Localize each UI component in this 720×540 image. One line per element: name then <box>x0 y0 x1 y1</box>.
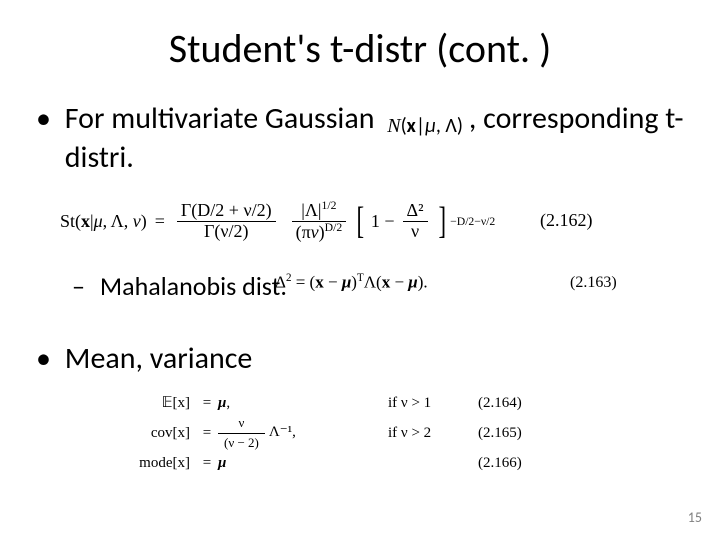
equation-number-2-165: (2.165) <box>478 423 548 444</box>
eq162-lhs: St(x|μ, Λ, ν) <box>60 211 147 232</box>
equation-2-162: St(x|μ, Λ, ν) = Γ(D/2 + ν/2) Γ(ν/2) |Λ|1… <box>60 200 495 243</box>
eq162-det-frac: |Λ|1/2 (πν)D/2 <box>292 200 347 243</box>
equation-number-2-162: (2.162) <box>540 210 593 231</box>
expectation-cond: if ν > 1 <box>388 393 478 414</box>
mean-variance-equations: 𝔼[x] = μ, if ν > 1 (2.164) cov[x] = ν (ν… <box>120 388 548 478</box>
gaussian-symbol: N(x|μ, Λ) <box>381 114 469 139</box>
page-number: 15 <box>688 509 702 526</box>
bullet-dot-icon: • <box>36 100 58 138</box>
eq162-one-minus: 1 − <box>371 211 399 232</box>
slide-title: Student's t-distr (cont. ) <box>0 24 720 73</box>
cov-lhs: cov[x] <box>120 423 196 444</box>
mode-rhs: μ <box>218 453 388 474</box>
equation-2-163: Δ2 = (x − μ)TΛ(x − μ). <box>275 272 428 293</box>
bullet-text-a: For multivariate Gaussian <box>65 100 375 137</box>
cov-frac: ν (ν − 2) <box>218 414 265 451</box>
right-bracket-icon: ] <box>438 202 446 240</box>
equation-number-2-166: (2.166) <box>478 453 548 474</box>
eq162-det-den: (πν)D/2 <box>292 222 347 243</box>
cov-cond: if ν > 2 <box>388 423 478 444</box>
eq162-bracket-inner: 1 − Δ² ν <box>371 201 432 242</box>
cov-rhs: ν (ν − 2) Λ⁻¹, <box>218 414 388 451</box>
mode-lhs: mode[x] <box>120 453 196 474</box>
expectation-rhs: μ, <box>218 393 388 414</box>
eq162-det-num: |Λ|1/2 <box>292 200 347 222</box>
dash-icon: – <box>72 270 94 302</box>
expectation-lhs: 𝔼[x] <box>120 393 196 414</box>
bullet-multivariate: • For multivariate Gaussian N(x|μ, Λ) , … <box>36 100 685 177</box>
eq162-gamma-num: Γ(D/2 + ν/2) <box>177 201 276 222</box>
slide: Student's t-distr (cont. ) • For multiva… <box>0 0 720 540</box>
eq162-exponent: −D/2−ν/2 <box>450 215 495 228</box>
equals-icon-2: = <box>196 423 218 444</box>
eq162-delta-num: Δ² <box>403 201 428 222</box>
bullet-mahalanobis-text: Mahalanobis dist. <box>100 270 287 302</box>
equals-icon-3: = <box>196 453 218 474</box>
cov-tail: Λ⁻¹, <box>269 424 296 440</box>
cov-frac-den: (ν − 2) <box>218 434 265 452</box>
eq-2-165: cov[x] = ν (ν − 2) Λ⁻¹, if ν > 2 (2.165) <box>120 418 548 448</box>
eq162-gamma-frac: Γ(D/2 + ν/2) Γ(ν/2) <box>177 201 276 242</box>
cov-frac-num: ν <box>218 414 265 433</box>
eq162-delta-frac: Δ² ν <box>403 201 428 242</box>
eq162-equals: = <box>155 211 165 232</box>
equals-icon: = <box>196 393 218 414</box>
equation-number-2-164: (2.164) <box>478 393 548 414</box>
bullet-dot-icon-2: • <box>36 340 58 377</box>
eq-2-166: mode[x] = μ (2.166) <box>120 448 548 478</box>
bullet-mean-variance-text: Mean, variance <box>65 340 253 377</box>
bullet-mean-variance: • Mean, variance <box>36 340 252 377</box>
bullet-mahalanobis: – Mahalanobis dist. <box>72 270 287 302</box>
equation-number-2-163: (2.163) <box>570 274 617 292</box>
eq162-gamma-den: Γ(ν/2) <box>177 222 276 242</box>
eq162-delta-den: ν <box>403 222 428 242</box>
left-bracket-icon: [ <box>357 202 365 240</box>
bullet-multivariate-body: For multivariate Gaussian N(x|μ, Λ) , co… <box>65 100 685 177</box>
